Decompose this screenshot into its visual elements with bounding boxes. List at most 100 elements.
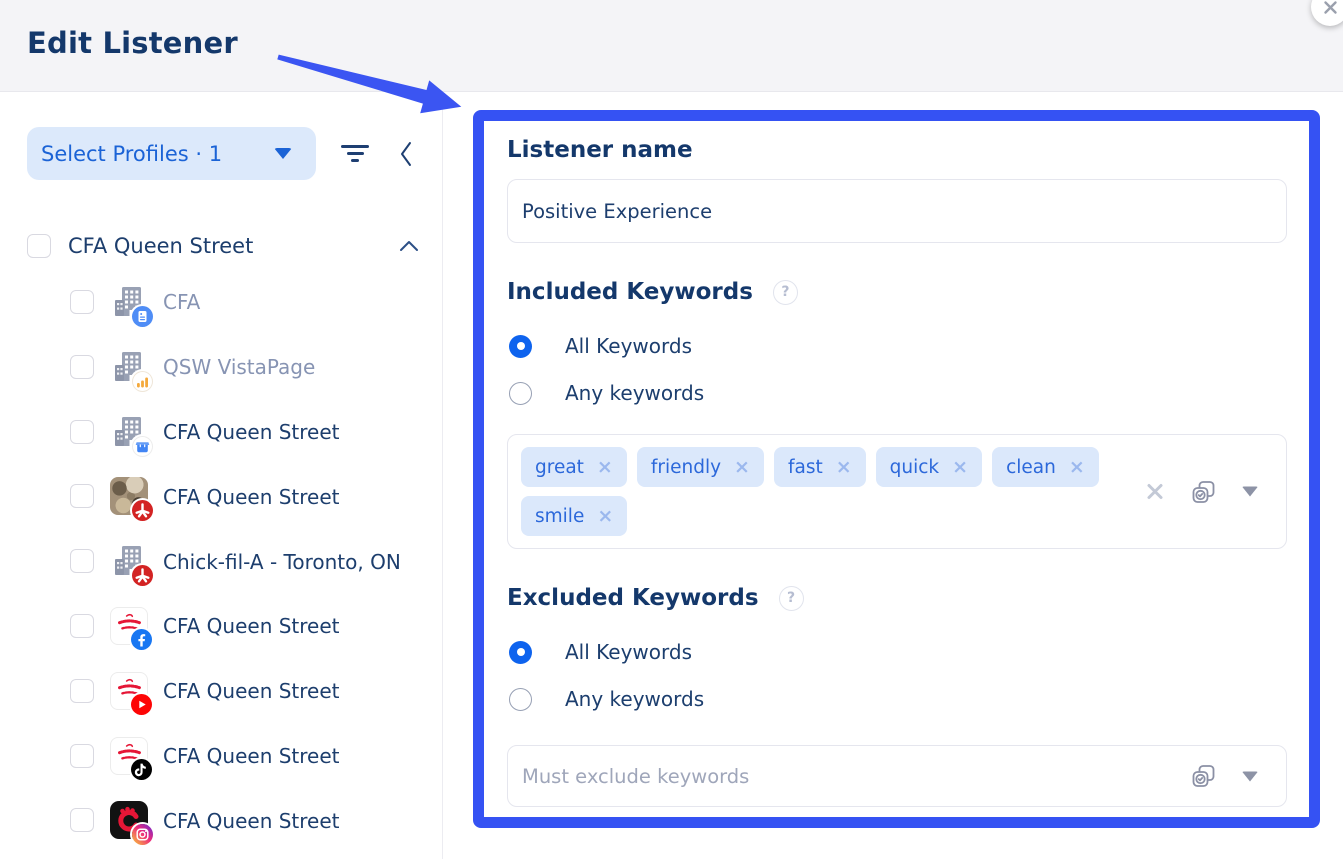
network-badge-icon — [132, 436, 153, 457]
profile-avatar — [110, 477, 148, 515]
radio-label: Any keywords — [565, 687, 704, 711]
network-badge-icon — [131, 759, 152, 780]
keyword-tag: clean — [992, 447, 1099, 487]
chevron-up-icon — [398, 239, 420, 253]
radio-option[interactable]: All Keywords — [507, 639, 1287, 665]
profile-row[interactable]: QSW VistaPage — [0, 335, 442, 400]
radio-option[interactable]: Any keywords — [507, 686, 1287, 712]
profile-label[interactable]: CFA Queen Street — [163, 679, 340, 703]
copy-select-icon — [1190, 478, 1217, 505]
radio-icon[interactable] — [509, 641, 532, 664]
profile-checkbox[interactable] — [70, 420, 94, 444]
select-profiles-label: Select Profiles · 1 — [41, 142, 222, 166]
filter-icon[interactable] — [338, 143, 372, 167]
radio-label: All Keywords — [565, 334, 692, 358]
profile-row[interactable]: CFA Queen Street — [0, 724, 442, 789]
profile-row[interactable]: CFA — [0, 270, 442, 335]
keyword-text: great — [535, 457, 584, 478]
profile-label[interactable]: CFA Queen Street — [163, 744, 340, 768]
profile-checkbox[interactable] — [70, 808, 94, 832]
listener-name-label: Listener name — [507, 135, 1287, 165]
profile-label[interactable]: CFA — [163, 290, 200, 314]
keyword-text: friendly — [651, 457, 721, 478]
profile-row[interactable]: CFA Queen Street — [0, 400, 442, 465]
copy-keywords-button[interactable] — [1190, 763, 1217, 790]
radio-option[interactable]: Any keywords — [507, 380, 1287, 406]
radio-label: All Keywords — [565, 640, 692, 664]
radio-icon[interactable] — [509, 335, 532, 358]
keyword-text: clean — [1006, 457, 1056, 478]
keyword-text: smile — [535, 506, 584, 527]
collapse-sidebar-button[interactable] — [398, 140, 414, 172]
copy-keywords-button[interactable] — [1190, 478, 1217, 505]
chevron-left-icon — [398, 140, 414, 168]
profile-checkbox[interactable] — [70, 549, 94, 573]
profile-checkbox[interactable] — [70, 679, 94, 703]
profile-checkbox[interactable] — [70, 484, 94, 508]
profile-row[interactable]: CFA Queen Street — [0, 594, 442, 659]
profile-avatar — [110, 801, 148, 839]
expand-keywords-button[interactable] — [1242, 487, 1258, 497]
edit-listener-panel: Listener name Included Keywords ? All Ke… — [473, 110, 1320, 828]
profile-row[interactable]: Chick-fil-A - Toronto, ON — [0, 529, 442, 594]
listener-name-input[interactable] — [507, 179, 1287, 243]
profile-avatar — [110, 542, 148, 580]
profile-checkbox[interactable] — [70, 355, 94, 379]
remove-keyword-icon[interactable] — [952, 458, 968, 477]
keyword-text: quick — [890, 457, 940, 478]
must-exclude-keywords-field[interactable] — [522, 765, 1126, 788]
remove-keyword-icon[interactable] — [734, 458, 750, 477]
remove-keyword-icon[interactable] — [597, 458, 613, 477]
profile-label[interactable]: CFA Queen Street — [163, 614, 340, 638]
profile-avatar — [110, 672, 148, 710]
close-icon — [1323, 0, 1338, 15]
clear-keywords-button[interactable] — [1145, 482, 1165, 502]
profile-label[interactable]: Chick-fil-A - Toronto, ON — [163, 550, 401, 574]
profile-checkbox[interactable] — [70, 744, 94, 768]
keyword-tag: friendly — [637, 447, 764, 487]
select-profiles-button[interactable]: Select Profiles · 1 — [27, 127, 316, 180]
chevron-down-icon — [1242, 771, 1258, 781]
profile-avatar — [110, 283, 148, 321]
included-keywords-input[interactable]: great friendly fast quick clean smile — [507, 434, 1287, 549]
profile-avatar — [110, 413, 148, 451]
clear-x-icon — [1145, 482, 1165, 502]
keyword-tag: fast — [774, 447, 866, 487]
excluded-keywords-input[interactable] — [507, 745, 1287, 807]
expand-keywords-button[interactable] — [1242, 771, 1258, 781]
profile-label[interactable]: CFA Queen Street — [163, 809, 340, 833]
network-badge-icon — [132, 371, 153, 392]
radio-icon[interactable] — [509, 382, 532, 405]
profile-row[interactable]: CFA Queen Street — [0, 464, 442, 529]
profile-label[interactable]: QSW VistaPage — [163, 355, 315, 379]
profile-group-row[interactable]: CFA Queen Street — [27, 232, 420, 264]
profile-row[interactable]: CFA Queen Street — [0, 788, 442, 853]
page-title: Edit Listener — [27, 26, 238, 60]
radio-icon[interactable] — [509, 688, 532, 711]
profile-label[interactable]: CFA Queen Street — [163, 420, 340, 444]
app-header: Edit Listener — [0, 0, 1343, 92]
chevron-down-icon — [274, 148, 292, 159]
network-badge-icon — [132, 500, 153, 521]
keyword-tag: great — [521, 447, 627, 487]
keyword-tag: smile — [521, 496, 627, 536]
network-badge-icon — [131, 694, 152, 715]
remove-keyword-icon[interactable] — [597, 507, 613, 526]
network-badge-icon — [132, 824, 153, 845]
network-badge-icon — [132, 565, 153, 586]
network-badge-icon — [132, 306, 153, 327]
question-mark-icon[interactable]: ? — [773, 280, 798, 305]
remove-keyword-icon[interactable] — [1069, 458, 1085, 477]
group-checkbox[interactable] — [27, 234, 51, 258]
collapse-group-button[interactable] — [398, 238, 420, 257]
radio-option[interactable]: All Keywords — [507, 333, 1287, 359]
network-badge-icon — [131, 629, 152, 650]
profile-label[interactable]: CFA Queen Street — [163, 485, 340, 509]
profile-checkbox[interactable] — [70, 614, 94, 638]
profile-avatar — [110, 348, 148, 386]
profile-checkbox[interactable] — [70, 290, 94, 314]
remove-keyword-icon[interactable] — [836, 458, 852, 477]
radio-label: Any keywords — [565, 381, 704, 405]
question-mark-icon[interactable]: ? — [779, 586, 804, 611]
profile-row[interactable]: CFA Queen Street — [0, 659, 442, 724]
